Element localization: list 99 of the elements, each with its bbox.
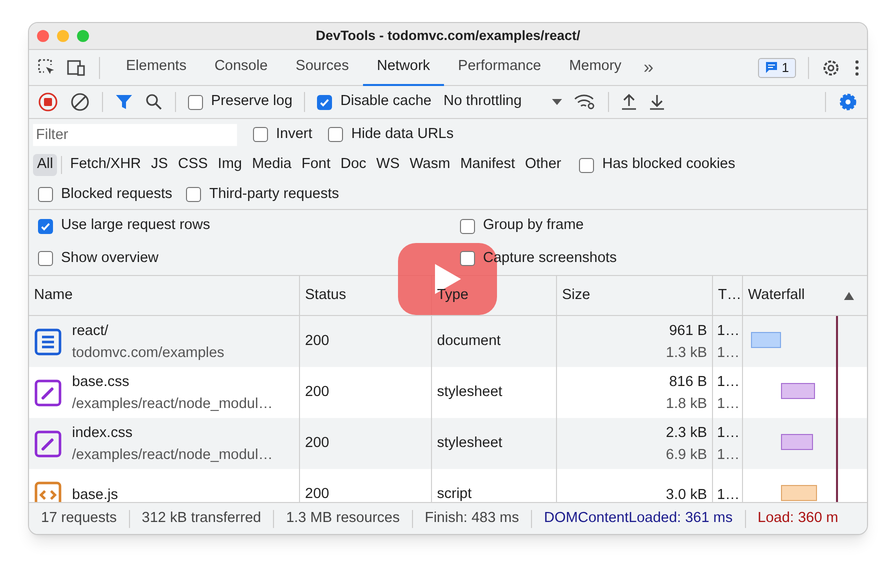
waterfall-bar	[781, 383, 815, 399]
request-option-checkbox[interactable]: Third-party requests	[186, 184, 339, 206]
type-filter-chip[interactable]: Wasm	[406, 154, 454, 176]
table-cell-text: 1…	[717, 394, 738, 414]
device-icon[interactable]	[65, 58, 87, 78]
waterfall-bar	[751, 332, 781, 348]
table-cell-text: stylesheet	[437, 434, 502, 453]
type-filter-chip[interactable]: Fetch/XHR	[66, 154, 146, 176]
setting-checkbox[interactable]: Show overview	[38, 248, 159, 270]
setting-checkbox[interactable]: Group by frame	[460, 215, 584, 238]
download-icon[interactable]	[648, 93, 665, 111]
preserve-log-checkbox[interactable]: Preserve log	[188, 91, 292, 113]
column-header[interactable]: Waterfall	[748, 284, 805, 306]
status-text: 1.3 MB resources	[285, 508, 401, 528]
table-cell-text: 1…	[717, 424, 738, 442]
brush-icon	[34, 430, 62, 458]
settings-icon[interactable]	[821, 58, 841, 78]
table-cell-text: 1…	[717, 344, 738, 362]
table-cell-text: 6.9 kB	[666, 446, 707, 464]
window-title: DevTools - todomvc.com/examples/react/	[316, 26, 580, 45]
request-path: /examples/react/node_modul…	[72, 446, 273, 464]
column-header[interactable]: Type	[437, 284, 468, 306]
column-header[interactable]: T…	[718, 284, 742, 306]
table-cell-text: 3.0 kB	[666, 486, 707, 502]
type-filter-chip[interactable]: Font	[297, 154, 334, 176]
tick-icon	[40, 220, 51, 232]
table-cell-text: 1…	[717, 322, 738, 340]
status-text: Load: 360 m	[756, 508, 840, 528]
table-cell-text: 200	[305, 484, 330, 502]
type-filter-chip[interactable]: Media	[248, 154, 296, 176]
more-options-icon[interactable]	[855, 60, 859, 76]
request-name[interactable]: react/	[72, 320, 224, 342]
disable-cache-checkbox[interactable]: Disable cache	[317, 91, 432, 113]
clear-icon[interactable]	[70, 92, 90, 112]
tick-icon	[319, 96, 330, 108]
settings-icon[interactable]	[838, 92, 858, 112]
type-filter-chip[interactable]: Manifest	[456, 154, 519, 176]
panel-tab[interactable]: Elements	[112, 50, 200, 86]
type-filter-chip[interactable]: JS	[147, 154, 172, 176]
issues-badge[interactable]: 1	[758, 58, 796, 78]
status-text: DOMContentLoaded: 361 ms	[543, 508, 734, 528]
panel-tab[interactable]: Memory	[555, 50, 636, 86]
table-cell-text: 200	[305, 332, 330, 351]
filter-option-checkbox[interactable]: Invert	[253, 124, 312, 146]
panel-tab[interactable]: Performance	[444, 50, 556, 86]
close-button[interactable]	[37, 30, 49, 42]
code-icon	[34, 480, 62, 502]
more-tabs-button[interactable]: »	[635, 54, 662, 81]
request-option-checkbox[interactable]: Blocked requests	[38, 184, 172, 206]
table-cell-text: 1…	[717, 486, 738, 502]
sort-icon[interactable]	[844, 292, 854, 300]
filter-field[interactable]: Filter	[33, 124, 237, 146]
upload-icon[interactable]	[620, 93, 637, 111]
column-header[interactable]: Size	[562, 284, 590, 306]
type-filter-chip[interactable]: Doc	[336, 154, 370, 176]
status-text: Finish: 483 ms	[424, 508, 520, 528]
brush-icon	[34, 378, 62, 406]
request-name[interactable]: base.css	[72, 370, 273, 392]
table-cell-text: 961 B	[669, 322, 707, 340]
panel-tab[interactable]: Network	[362, 50, 444, 86]
table-cell-text: 1…	[717, 372, 738, 392]
table-cell-text: 1.8 kB	[666, 394, 707, 414]
search-icon[interactable]	[145, 93, 163, 111]
request-name[interactable]: base.js	[72, 484, 118, 502]
table-cell-text: 2.3 kB	[666, 424, 707, 442]
request-path: todomvc.com/examples	[72, 344, 224, 362]
document-icon	[34, 328, 62, 356]
waterfall-bar	[781, 434, 813, 450]
type-filter-chip[interactable]: CSS	[174, 154, 212, 176]
table-cell-text: 816 B	[669, 372, 707, 392]
type-filter-chip[interactable]: Img	[214, 154, 246, 176]
table-cell-text: 1.3 kB	[666, 344, 707, 362]
wifi-settings-icon[interactable]	[574, 94, 596, 110]
panel-tab[interactable]: Console	[200, 50, 282, 86]
status-text: 312 kB transferred	[140, 508, 262, 528]
caret-icon	[552, 99, 562, 105]
table-cell-text: document	[437, 332, 501, 351]
type-filter-chip[interactable]: All	[33, 154, 58, 176]
setting-checkbox[interactable]: Use large request rows	[38, 215, 210, 238]
waterfall-bar	[781, 485, 817, 501]
request-path: /examples/react/node_modul…	[72, 394, 273, 414]
status-text: 17 requests	[40, 508, 118, 528]
panel-tab[interactable]: Sources	[282, 50, 363, 86]
filter-icon[interactable]	[115, 93, 133, 111]
column-header[interactable]: Status	[305, 284, 346, 306]
table-cell-text: script	[437, 484, 472, 502]
message-icon	[764, 61, 778, 74]
throttling-dropdown[interactable]: No throttling	[443, 91, 562, 113]
type-filter-chip[interactable]: WS	[372, 154, 404, 176]
table-cell-text: 1…	[717, 446, 738, 464]
blocked-cookies-checkbox[interactable]: Has blocked cookies	[579, 154, 736, 176]
request-name[interactable]: index.css	[72, 422, 273, 444]
table-cell-text: 200	[305, 382, 330, 402]
record-icon[interactable]	[38, 92, 58, 112]
table-cell-text: 200	[305, 434, 330, 453]
type-filter-chip[interactable]: Other	[521, 154, 566, 176]
column-header[interactable]: Name	[34, 284, 73, 306]
filter-option-checkbox[interactable]: Hide data URLs	[328, 124, 454, 146]
table-cell-text: stylesheet	[437, 382, 502, 402]
